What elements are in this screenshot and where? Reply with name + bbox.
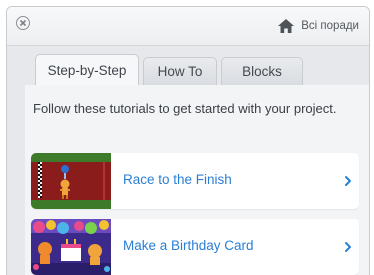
all-tips-link[interactable]: Всі поради <box>277 17 359 35</box>
close-button[interactable] <box>16 16 30 30</box>
tips-window: Всі поради Step-by-Step How To Blocks Fo… <box>6 6 370 275</box>
tips-header: Всі поради <box>7 7 369 46</box>
intro-text: Follow these tutorials to get started wi… <box>33 101 337 116</box>
tab-how-to[interactable]: How To <box>143 57 217 85</box>
tab-step-by-step[interactable]: Step-by-Step <box>35 54 139 85</box>
tips-tabs: Step-by-Step How To Blocks <box>35 54 307 85</box>
birthday-thumbnail <box>31 219 111 275</box>
tutorial-title: Make a Birthday Card <box>123 238 254 253</box>
tutorial-title: Race to the Finish <box>123 172 232 187</box>
tab-content: Follow these tutorials to get started wi… <box>25 85 369 275</box>
chevron-right-icon <box>345 242 351 252</box>
race-thumbnail <box>31 153 111 209</box>
home-icon <box>278 19 295 33</box>
all-tips-label: Всі поради <box>301 20 359 32</box>
tab-blocks[interactable]: Blocks <box>221 57 303 85</box>
tutorial-card-race-to-the-finish[interactable]: Race to the Finish <box>31 153 359 209</box>
close-icon <box>19 19 27 27</box>
chevron-right-icon <box>345 176 351 186</box>
tutorial-card-make-a-birthday-card[interactable]: Make a Birthday Card <box>31 219 359 275</box>
